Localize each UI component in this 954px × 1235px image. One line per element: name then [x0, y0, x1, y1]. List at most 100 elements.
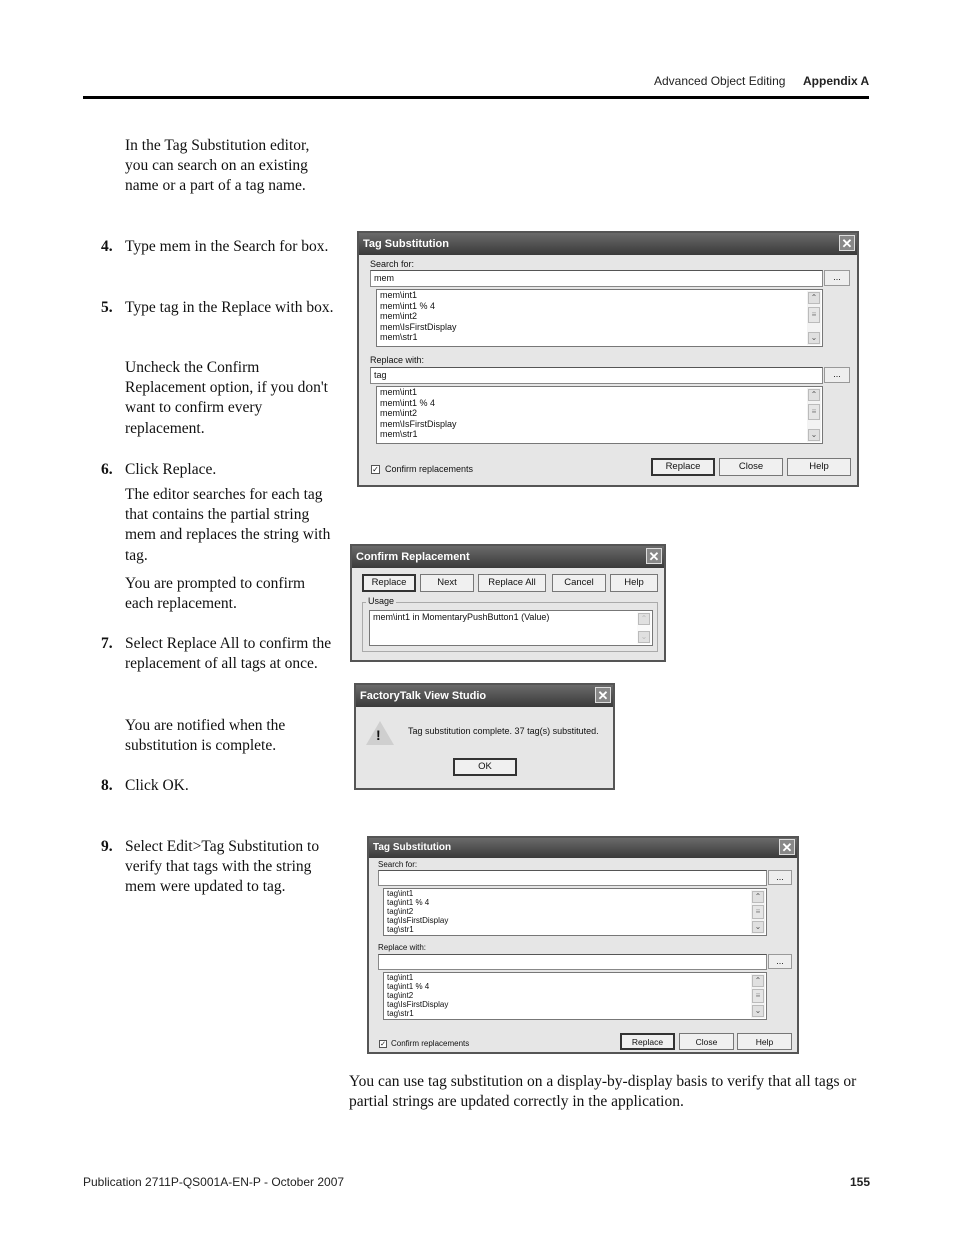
scroll-down-icon[interactable]: ⌄	[808, 332, 820, 344]
list-item[interactable]: mem\int2	[377, 311, 822, 322]
search-results-list[interactable]: mem\int1 mem\int1 % 4 mem\int2 mem\IsFir…	[376, 289, 823, 347]
search-for-input[interactable]	[378, 870, 767, 886]
replace-with-input[interactable]: tag	[370, 367, 823, 384]
header-appendix: Appendix A	[803, 74, 870, 88]
replace-button[interactable]: Replace	[620, 1033, 675, 1050]
step-text: Click OK.	[125, 777, 189, 794]
confirm-replacements-checkbox[interactable]: ✓	[379, 1040, 387, 1048]
list-item[interactable]: tag\IsFirstDisplay	[384, 1000, 766, 1009]
help-button[interactable]: Help	[787, 458, 851, 476]
list-item[interactable]: tag\int1	[384, 889, 766, 898]
replace-button[interactable]: Replace	[651, 458, 715, 476]
close-icon[interactable]: ✕	[839, 235, 855, 251]
close-button[interactable]: Close	[679, 1033, 734, 1050]
replace-with-input[interactable]	[378, 954, 767, 970]
usage-text: mem\int1 in MomentaryPushButton1 (Value)	[373, 612, 550, 622]
scroll-up-icon[interactable]: ⌃	[808, 389, 820, 401]
step-number: 7.	[101, 635, 113, 652]
scroll-up-icon[interactable]: ⌃	[638, 613, 650, 625]
scroll-down-icon[interactable]: ⌄	[752, 1005, 764, 1017]
confirm-replacement-dialog: Confirm Replacement ✕ Replace Next Repla…	[350, 544, 666, 662]
ok-button[interactable]: OK	[453, 758, 517, 776]
close-icon[interactable]: ✕	[595, 687, 611, 703]
confirm-replacements-label: Confirm replacements	[391, 1039, 470, 1048]
header-section-title: Advanced Object Editing	[654, 74, 786, 88]
list-item[interactable]: mem\str1	[377, 429, 822, 440]
cancel-button[interactable]: Cancel	[552, 574, 606, 592]
help-button[interactable]: Help	[737, 1033, 792, 1050]
search-results-list[interactable]: tag\int1 tag\int1 % 4 tag\int2 tag\IsFir…	[383, 888, 767, 936]
tag-substitution-verify-dialog: Tag Substitution ✕ Search for: ... tag\i…	[367, 836, 799, 1054]
list-item[interactable]: tag\int1 % 4	[384, 982, 766, 991]
step-8: 8. Click OK.	[101, 776, 341, 796]
search-browse-button[interactable]: ...	[768, 870, 792, 885]
scrollbar[interactable]: ⌃ ≡ ⌄	[751, 974, 765, 1018]
scroll-thumb[interactable]: ≡	[752, 905, 764, 919]
usage-label: Usage	[366, 596, 397, 606]
step-text: Click Replace.	[125, 461, 217, 478]
replace-browse-button[interactable]: ...	[824, 367, 850, 383]
dialog-title: Confirm Replacement	[356, 551, 470, 563]
step-7: 7. Select Replace All to confirm the rep…	[101, 634, 341, 674]
list-item[interactable]: mem\int1 % 4	[377, 398, 822, 409]
closing-paragraph: You can use tag substitution on a displa…	[349, 1073, 857, 1111]
search-browse-button[interactable]: ...	[824, 270, 850, 286]
list-item[interactable]: mem\int1 % 4	[377, 301, 822, 312]
list-item[interactable]: mem\int1	[377, 387, 822, 398]
step-9: 9. Select Edit>Tag Substitution to verif…	[101, 837, 341, 898]
confirm-replacements-checkbox[interactable]: ✓	[371, 465, 380, 474]
list-item[interactable]: tag\str1	[384, 925, 766, 934]
scrollbar[interactable]: ⌃ ⌄	[637, 612, 651, 644]
replace-browse-button[interactable]: ...	[768, 954, 792, 969]
scroll-up-icon[interactable]: ⌃	[752, 891, 764, 903]
scroll-up-icon[interactable]: ⌃	[808, 292, 820, 304]
list-item[interactable]: mem\str1	[377, 332, 822, 343]
close-button[interactable]: Close	[719, 458, 783, 476]
search-for-input[interactable]: mem	[370, 270, 823, 287]
replace-with-label: Replace with:	[378, 943, 427, 952]
scrollbar[interactable]: ⌃ ≡ ⌄	[807, 388, 821, 442]
step-number: 5.	[101, 299, 113, 316]
replace-all-button[interactable]: Replace All	[478, 574, 546, 592]
scroll-down-icon[interactable]: ⌄	[808, 429, 820, 441]
list-item[interactable]: mem\int1	[377, 290, 822, 301]
list-item[interactable]: mem\IsFirstDisplay	[377, 322, 822, 333]
dialog-title-bar: Tag Substitution ✕	[369, 838, 797, 858]
list-item[interactable]: mem\int2	[377, 408, 822, 419]
step-4: 4. Type mem in the Search for box.	[101, 237, 341, 257]
scrollbar[interactable]: ⌃ ≡ ⌄	[751, 890, 765, 934]
close-icon[interactable]: ✕	[646, 548, 662, 564]
list-item[interactable]: tag\IsFirstDisplay	[384, 916, 766, 925]
scroll-thumb[interactable]: ≡	[808, 307, 820, 323]
usage-text-box: mem\int1 in MomentaryPushButton1 (Value)…	[369, 610, 653, 646]
search-for-label: Search for:	[378, 860, 418, 869]
replace-button[interactable]: Replace	[362, 574, 416, 592]
list-item[interactable]: tag\int1 % 4	[384, 898, 766, 907]
tag-substitution-dialog: Tag Substitution ✕ Search for: mem ... m…	[357, 231, 859, 487]
step-number: 4.	[101, 238, 113, 255]
search-for-label: Search for:	[370, 259, 415, 269]
header-rule	[83, 96, 869, 99]
close-icon[interactable]: ✕	[779, 839, 795, 855]
message-dialog: FactoryTalk View Studio ✕ ! Tag substitu…	[354, 683, 615, 790]
replace-results-list[interactable]: mem\int1 mem\int1 % 4 mem\int2 mem\IsFir…	[376, 386, 823, 444]
list-item[interactable]: mem\IsFirstDisplay	[377, 419, 822, 430]
dialog-title-bar: FactoryTalk View Studio ✕	[356, 685, 613, 707]
scroll-down-icon[interactable]: ⌄	[638, 631, 650, 643]
list-item[interactable]: tag\int1	[384, 973, 766, 982]
scroll-down-icon[interactable]: ⌄	[752, 921, 764, 933]
scroll-thumb[interactable]: ≡	[752, 989, 764, 1003]
next-button[interactable]: Next	[420, 574, 474, 592]
step-text: Type tag in the Replace with box.	[125, 299, 334, 316]
step-5: 5. Type tag in the Replace with box.	[101, 298, 341, 318]
scrollbar[interactable]: ⌃ ≡ ⌄	[807, 291, 821, 345]
confirm-replacements-label: Confirm replacements	[385, 464, 474, 474]
list-item[interactable]: tag\str1	[384, 1009, 766, 1018]
replace-with-label: Replace with:	[370, 355, 425, 365]
list-item[interactable]: tag\int2	[384, 907, 766, 916]
scroll-up-icon[interactable]: ⌃	[752, 975, 764, 987]
help-button[interactable]: Help	[610, 574, 658, 592]
replace-results-list[interactable]: tag\int1 tag\int1 % 4 tag\int2 tag\IsFir…	[383, 972, 767, 1020]
list-item[interactable]: tag\int2	[384, 991, 766, 1000]
scroll-thumb[interactable]: ≡	[808, 404, 820, 420]
